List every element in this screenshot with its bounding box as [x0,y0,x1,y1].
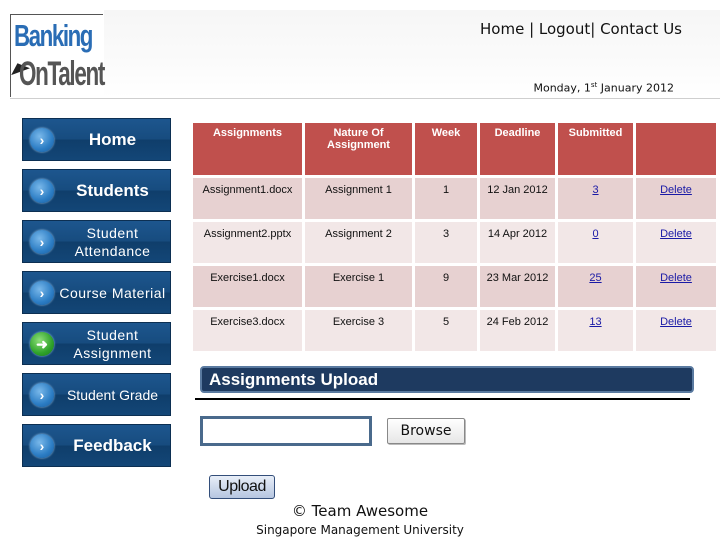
sidebar-item-label: Course Material [59,284,166,301]
delete-link[interactable]: Delete [660,272,692,284]
chevron-right-icon: › [30,433,54,458]
delete-link[interactable]: Delete [660,316,692,328]
cell-deadline: 23 Mar 2012 [480,266,555,307]
nav-separator: | [524,20,539,38]
column-header-deadline: Deadline [480,123,555,175]
cell-nature: Exercise 1 [305,266,412,307]
cell-deadline: 24 Feb 2012 [480,310,555,351]
sidebar-item-course-material[interactable]: › Course Material [22,271,171,314]
cell-submitted: 3 [558,178,633,219]
column-header-action [636,123,716,175]
chevron-right-icon: › [30,280,54,305]
footer-copyright: © Team Awesome [291,502,429,520]
cell-action: Delete [636,222,716,263]
nav-logout-link[interactable]: Logout [539,20,590,38]
footer-organization: Singapore Management University [256,523,464,537]
nav-separator: | [590,20,601,38]
upload-section-title: Assignments Upload [200,366,694,393]
nav-contact-link[interactable]: Contact Us [600,20,682,38]
sidebar-item-label: Student Assignment [73,326,152,361]
cell-action: Delete [636,266,716,307]
sidebar-item-feedback[interactable]: › Feedback [22,424,171,467]
delete-link[interactable]: Delete [660,228,692,240]
cell-action: Delete [636,178,716,219]
cell-deadline: 12 Jan 2012 [480,178,555,219]
table-header-row: Assignments Nature Of Assignment Week De… [193,123,716,175]
sidebar-item-label: Students [76,180,149,200]
cell-file: Exercise1.docx [193,266,302,307]
chevron-right-icon: › [30,229,54,254]
cell-file: Exercise3.docx [193,310,302,351]
top-nav: Home | Logout| Contact Us [480,20,682,38]
table-row: Assignment2.pptx Assignment 2 3 14 Apr 2… [193,222,716,263]
table-row: Assignment1.docx Assignment 1 1 12 Jan 2… [193,178,716,219]
column-header-nature: Nature Of Assignment [305,123,412,175]
sidebar-item-students[interactable]: › Students [22,169,171,212]
submitted-count-link[interactable]: 3 [592,184,598,196]
sidebar-item-label: Feedback [73,435,152,455]
cell-submitted: 0 [558,222,633,263]
cell-action: Delete [636,310,716,351]
arrow-right-icon: ➜ [30,331,54,356]
chevron-right-icon: › [30,178,54,203]
sidebar-item-label: Student Attendance [74,224,151,259]
cell-file: Assignment1.docx [193,178,302,219]
cell-nature: Assignment 2 [305,222,412,263]
assignments-table: Assignments Nature Of Assignment Week De… [190,120,719,354]
chevron-right-icon: › [30,127,54,152]
logo-line2: OnTalent [19,55,105,93]
submitted-count-link[interactable]: 0 [592,228,598,240]
submitted-count-link[interactable]: 25 [589,272,601,284]
cell-week: 1 [415,178,477,219]
table-row: Exercise3.docx Exercise 3 5 24 Feb 2012 … [193,310,716,351]
delete-link[interactable]: Delete [660,184,692,196]
sidebar-item-student-assignment[interactable]: ➜ Student Assignment [22,322,171,365]
upload-divider [195,398,690,400]
browse-button[interactable]: Browse [387,418,465,444]
chevron-right-icon: › [30,382,54,407]
header-divider [10,98,720,99]
file-path-input[interactable] [200,416,372,446]
cell-file: Assignment2.pptx [193,222,302,263]
current-date: Monday, 1st January 2012 [533,81,674,95]
cell-nature: Exercise 3 [305,310,412,351]
sidebar-item-label: Home [88,129,137,149]
column-header-submitted: Submitted [558,123,633,175]
sidebar-item-student-attendance[interactable]: › Student Attendance [22,220,171,263]
logo-line1: Banking [14,18,93,53]
submitted-count-link[interactable]: 13 [589,316,601,328]
sidebar-item-label: Student Grade [66,386,159,403]
cell-submitted: 25 [558,266,633,307]
cell-submitted: 13 [558,310,633,351]
sidebar-item-home[interactable]: › Home [22,118,171,161]
column-header-assignments: Assignments [193,123,302,175]
sidebar-item-student-grade[interactable]: › Student Grade [22,373,171,416]
logo[interactable]: Banking OnTalent [8,14,105,97]
cell-nature: Assignment 1 [305,178,412,219]
table-row: Exercise1.docx Exercise 1 9 23 Mar 2012 … [193,266,716,307]
upload-button[interactable]: Upload [209,475,275,499]
cell-week: 9 [415,266,477,307]
cell-week: 3 [415,222,477,263]
column-header-week: Week [415,123,477,175]
cell-week: 5 [415,310,477,351]
nav-home-link[interactable]: Home [480,20,524,38]
cell-deadline: 14 Apr 2012 [480,222,555,263]
